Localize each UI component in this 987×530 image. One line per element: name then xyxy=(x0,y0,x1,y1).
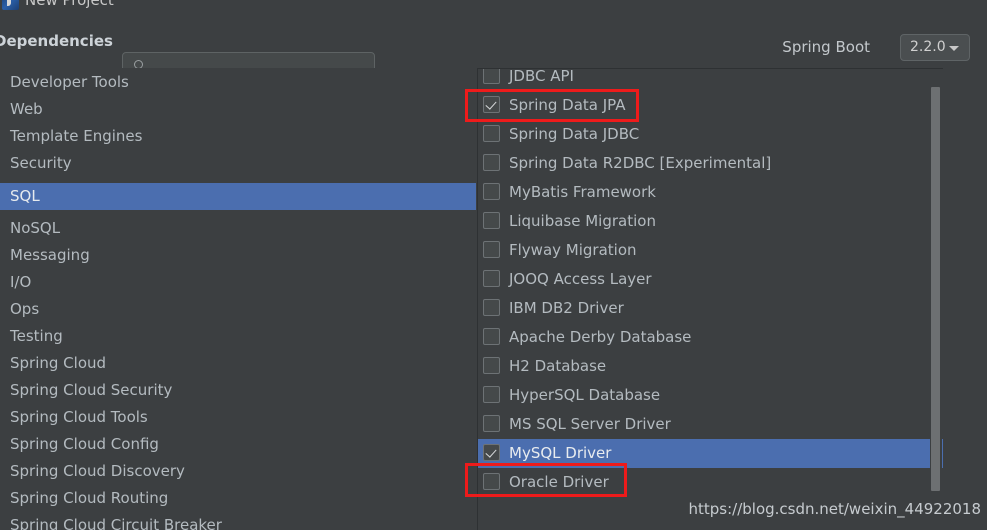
sidebar-item-label: Template Engines xyxy=(10,127,143,145)
sidebar-item[interactable]: Spring Cloud Circuit Breaker xyxy=(0,512,476,530)
sidebar-item[interactable]: Testing xyxy=(0,323,476,350)
sidebar-item-label: Spring Cloud Config xyxy=(10,435,159,453)
sidebar-item-label: Developer Tools xyxy=(10,73,129,91)
sidebar-item-label: Web xyxy=(10,100,43,118)
dependencies-label: Dependencies xyxy=(0,32,113,50)
dependency-row[interactable]: Spring Data JDBC xyxy=(478,120,943,149)
dependency-label: IBM DB2 Driver xyxy=(509,299,624,317)
category-sidebar: Developer Tools Web Template Engines Securi… xyxy=(0,68,476,530)
dependency-row[interactable]: Flyway Migration xyxy=(478,236,943,265)
dependencies-toolbar: Dependencies Spring Boot 2.2.0 xyxy=(0,20,987,82)
spring-boot-version-value: 2.2.0 xyxy=(910,39,946,55)
spring-boot-label: Spring Boot xyxy=(782,38,870,56)
dependency-row[interactable]: Spring Data JPA xyxy=(478,91,943,120)
sidebar-item[interactable]: Developer Tools xyxy=(0,69,476,96)
dependency-label: H2 Database xyxy=(509,357,607,375)
checkbox-unchecked-icon[interactable] xyxy=(483,415,500,432)
sidebar-item-label: Spring Cloud Security xyxy=(10,381,173,399)
dependency-list-panel: JDBC API Spring Data JPA Spring Data JDBC S… xyxy=(477,68,943,530)
sidebar-item-label: Spring Cloud Routing xyxy=(10,489,169,507)
window-titlebar: New Project xyxy=(0,0,987,20)
sidebar-item-label: I/O xyxy=(10,273,32,291)
dependency-row[interactable]: Spring Data R2DBC [Experimental] xyxy=(478,149,943,178)
dependency-row[interactable]: MS SQL Server Driver xyxy=(478,410,943,439)
sidebar-item[interactable]: Spring Cloud Config xyxy=(0,431,476,458)
sidebar-item-label: Testing xyxy=(10,327,63,345)
sidebar-item[interactable]: SQL xyxy=(0,183,476,210)
sidebar-item-label: Spring Cloud Circuit Breaker xyxy=(10,516,222,530)
sidebar-item[interactable]: NoSQL xyxy=(0,215,476,242)
dependency-row[interactable]: HyperSQL Database xyxy=(478,381,943,410)
sidebar-item[interactable]: Spring Cloud Routing xyxy=(0,485,476,512)
sidebar-item-label: Security xyxy=(10,154,72,172)
dependency-label: JDBC API xyxy=(509,68,574,85)
sidebar-item-label: Ops xyxy=(10,300,40,318)
sidebar-item[interactable]: I/O xyxy=(0,269,476,296)
checkbox-checked-icon[interactable] xyxy=(483,444,500,461)
sidebar-item-label: NoSQL xyxy=(10,219,61,237)
dependency-list-scrollbar[interactable] xyxy=(930,69,942,530)
dependency-row[interactable]: JDBC API xyxy=(478,68,943,91)
dependency-label: Spring Data R2DBC [Experimental] xyxy=(509,154,772,172)
checkbox-unchecked-icon[interactable] xyxy=(483,299,500,316)
sidebar-item[interactable]: Spring Cloud Discovery xyxy=(0,458,476,485)
sidebar-item[interactable]: Spring Cloud xyxy=(0,350,476,377)
sidebar-item-label: Spring Cloud Tools xyxy=(10,408,148,426)
sidebar-item[interactable]: Spring Cloud Security xyxy=(0,377,476,404)
dependency-label: Spring Data JDBC xyxy=(509,125,640,143)
checkbox-unchecked-icon[interactable] xyxy=(483,154,500,171)
dependency-label: Apache Derby Database xyxy=(509,328,692,346)
checkbox-unchecked-icon[interactable] xyxy=(483,357,500,374)
dependency-row[interactable]: IBM DB2 Driver xyxy=(478,294,943,323)
checkbox-unchecked-icon[interactable] xyxy=(483,125,500,142)
sidebar-item[interactable]: Web xyxy=(0,96,476,123)
chevron-down-icon xyxy=(949,46,959,51)
watermark-url: https://blog.csdn.net/weixin_44922018 xyxy=(688,500,981,518)
checkbox-unchecked-icon[interactable] xyxy=(483,69,500,84)
dependency-label: JOOQ Access Layer xyxy=(509,270,652,288)
checkbox-unchecked-icon[interactable] xyxy=(483,473,500,490)
dependency-row[interactable]: MySQL Driver xyxy=(478,439,943,468)
checkbox-checked-icon[interactable] xyxy=(483,96,500,113)
dependency-label: MyBatis Framework xyxy=(509,183,656,201)
sidebar-item[interactable]: Messaging xyxy=(0,242,476,269)
sidebar-item[interactable]: Ops xyxy=(0,296,476,323)
dependency-label: MySQL Driver xyxy=(509,444,612,462)
sidebar-item-label: Messaging xyxy=(10,246,90,264)
intellij-logo-icon xyxy=(2,0,19,10)
dependency-row[interactable]: Apache Derby Database xyxy=(478,323,943,352)
dependency-label: Oracle Driver xyxy=(509,473,609,491)
sidebar-item[interactable]: Security xyxy=(0,150,476,177)
checkbox-unchecked-icon[interactable] xyxy=(483,270,500,287)
dependency-label: MS SQL Server Driver xyxy=(509,415,671,433)
window-title: New Project xyxy=(25,0,114,9)
dependency-row[interactable]: JOOQ Access Layer xyxy=(478,265,943,294)
sidebar-item-label: Spring Cloud xyxy=(10,354,107,372)
spring-boot-version-select[interactable]: 2.2.0 xyxy=(900,34,970,61)
dependency-row[interactable]: Liquibase Migration xyxy=(478,207,943,236)
dependency-label: HyperSQL Database xyxy=(509,386,661,404)
checkbox-unchecked-icon[interactable] xyxy=(483,241,500,258)
dependency-row[interactable]: H2 Database xyxy=(478,352,943,381)
dependency-row[interactable]: Oracle Driver xyxy=(478,468,943,497)
checkbox-unchecked-icon[interactable] xyxy=(483,328,500,345)
dependency-row[interactable]: MyBatis Framework xyxy=(478,178,943,207)
scrollbar-thumb[interactable] xyxy=(931,87,940,491)
dependency-label: Flyway Migration xyxy=(509,241,637,259)
sidebar-item-label: SQL xyxy=(10,187,40,205)
dependency-label: Liquibase Migration xyxy=(509,212,656,230)
checkbox-unchecked-icon[interactable] xyxy=(483,386,500,403)
sidebar-item[interactable]: Spring Cloud Tools xyxy=(0,404,476,431)
sidebar-item[interactable]: Template Engines xyxy=(0,123,476,150)
sidebar-item-label: Spring Cloud Discovery xyxy=(10,462,185,480)
dependency-label: Spring Data JPA xyxy=(509,96,626,114)
checkbox-unchecked-icon[interactable] xyxy=(483,183,500,200)
checkbox-unchecked-icon[interactable] xyxy=(483,212,500,229)
